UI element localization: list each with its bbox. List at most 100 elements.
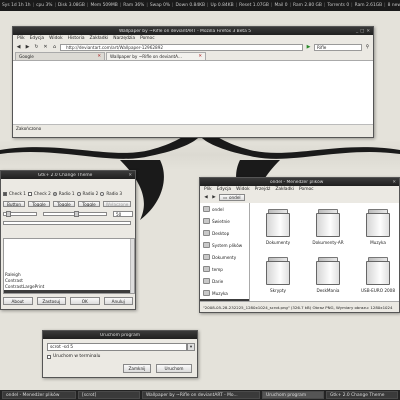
firefox-titlebar[interactable]: Wallpaper by ~Rifle on deviantART - Mozi… — [13, 27, 373, 35]
url-text: http://deviantart.com/art/Wallpaper-1296… — [66, 44, 164, 50]
cancel-button[interactable]: Anuluj — [103, 297, 133, 305]
nautilus-titlebar[interactable]: ondel - Menedżer plików ✕ — [200, 178, 399, 186]
taskbar-item[interactable]: [scrot] — [78, 391, 140, 399]
button[interactable]: Button — [3, 201, 25, 207]
page-content[interactable] — [13, 61, 373, 125]
sidebar-place[interactable]: Darie — [200, 275, 249, 287]
taskbar-item[interactable]: Gtk+ 2.0 Change Theme — [326, 391, 398, 399]
sidebar-place[interactable]: Muzyka — [200, 287, 249, 299]
sidebar-place[interactable]: Świetnie — [200, 215, 249, 227]
tab-close-icon[interactable]: ✕ — [198, 54, 202, 59]
url-bar[interactable]: http://deviantart.com/art/Wallpaper-1296… — [60, 43, 303, 51]
menu-edycja[interactable]: Edycja — [30, 36, 44, 41]
taskbar-item[interactable]: ondel - Menedżer plików — [2, 391, 76, 399]
tab-close-icon[interactable]: ✕ — [97, 54, 101, 59]
theme-list-scrollbar[interactable] — [130, 239, 134, 293]
desktop: Sys 1d 1h 1h | cpu 3% | Disk 3.08GB | Mem 509M… — [0, 0, 400, 400]
check-2-box[interactable] — [27, 191, 32, 196]
back-icon[interactable]: ◀ — [15, 44, 22, 51]
theme-list-item[interactable] — [4, 290, 134, 293]
folder-item[interactable]: Dokumenty — [256, 209, 300, 255]
sidebar-place[interactable]: System plików — [200, 239, 249, 251]
taskbar: ondel - Menedżer plików [scrot] Wallpaper … — [0, 390, 400, 400]
menu-widok[interactable]: Widok — [49, 36, 62, 41]
ok-button[interactable]: OK — [70, 297, 100, 305]
menu-widok[interactable]: Widok — [236, 187, 249, 192]
menu-plik[interactable]: Plik — [17, 36, 25, 41]
menu-zakladki[interactable]: Zakładki — [90, 36, 109, 41]
run-button[interactable]: Uruchom — [156, 364, 192, 373]
run-dialog: Uruchom program scrot -sd 5 ▾ Uruchom w … — [42, 330, 198, 378]
tab-google[interactable]: Google ✕ — [15, 52, 105, 60]
stop-icon[interactable]: ✕ — [42, 44, 49, 51]
toggle-1[interactable]: Toggle — [28, 201, 50, 207]
menu-narzedzia[interactable]: Narzędzia — [113, 36, 135, 41]
taskbar-item[interactable]: Wallpaper by ~Rifle on deviantART - Mo..… — [142, 391, 260, 399]
radio-2[interactable] — [76, 191, 81, 196]
reload-icon[interactable]: ↻ — [33, 44, 40, 51]
menu-historia[interactable]: Historia — [68, 36, 85, 41]
folder-item[interactable]: DeskMania — [306, 257, 350, 303]
slider-knob[interactable] — [6, 211, 11, 217]
close-icon[interactable]: ✕ — [128, 173, 132, 178]
back-icon[interactable]: ◀ — [203, 195, 209, 201]
maximize-icon[interactable]: □ — [360, 29, 364, 34]
folder-item[interactable]: Dokumenty-AR — [306, 209, 350, 255]
about-button[interactable]: About — [3, 297, 33, 305]
slider-left[interactable] — [3, 211, 37, 217]
menu-pomoc[interactable]: Pomoc — [299, 187, 314, 192]
close-icon[interactable]: ✕ — [366, 29, 370, 34]
toggle-2[interactable]: Toggle — [53, 201, 75, 207]
run-titlebar[interactable]: Uruchom program — [43, 331, 197, 339]
forward-icon[interactable]: ▶ — [24, 44, 31, 51]
folder-item[interactable]: Skrypty — [256, 257, 300, 303]
folder-label: Skrypty — [269, 288, 287, 293]
progress-row — [1, 221, 135, 225]
close-button[interactable]: Zamknij — [123, 364, 151, 373]
search-icon[interactable]: ⚲ — [364, 44, 371, 51]
toggle-3[interactable]: Toggle — [78, 201, 100, 207]
sidebar-place[interactable]: Dokumenty — [200, 251, 249, 263]
folder-item[interactable]: USB-EURO 2008 — [356, 257, 399, 303]
sidebar-place[interactable]: temp — [200, 263, 249, 275]
radio-1[interactable] — [52, 191, 57, 196]
check-2-label: Check 2 — [33, 191, 51, 196]
terminal-checkbox[interactable] — [47, 354, 51, 359]
chevron-down-icon[interactable]: ▾ — [187, 343, 195, 351]
radio-3[interactable] — [100, 191, 105, 196]
search-input[interactable]: Rifle — [314, 43, 362, 51]
check-1-box[interactable] — [3, 191, 7, 196]
forward-icon[interactable]: ▶ — [211, 195, 217, 201]
minimize-icon[interactable]: _ — [356, 29, 358, 34]
folder-item[interactable]: Muzyka — [356, 209, 399, 255]
folder-icon — [203, 266, 210, 272]
folder-label: USB-EURO 2008 — [360, 288, 395, 293]
file-manager-window: ondel - Menedżer plików ✕ Plik Edycja Wi… — [199, 177, 400, 313]
tab-wallpaper[interactable]: Wallpaper by ~Rifle on deviantA... ✕ — [106, 52, 206, 60]
menu-edycja[interactable]: Edycja — [217, 187, 231, 192]
menu-zakladki[interactable]: Zakładki — [275, 187, 294, 192]
gtk-titlebar[interactable]: Gtk+ 2.0 Change Theme ✕ — [1, 171, 135, 179]
command-value: scrot -sd 5 — [50, 344, 74, 350]
home-icon[interactable]: ⌂ — [51, 44, 58, 51]
slider-knob[interactable] — [73, 211, 79, 217]
radio-3-label: Radio 3 — [106, 191, 123, 196]
menu-plik[interactable]: Plik — [204, 187, 212, 192]
nautilus-menubar: Plik Edycja Widok Przejdź Zakładki Pomoc — [200, 186, 399, 193]
command-input[interactable]: scrot -sd 5 — [47, 343, 187, 351]
go-icon[interactable]: ▶ — [305, 44, 312, 51]
places-sidebar: ondel Świetnie Desktop System plików Dokumen… — [200, 203, 250, 311]
menu-pomoc[interactable]: Pomoc — [140, 36, 155, 41]
sidebar-place[interactable]: ondel — [200, 203, 249, 215]
gtk-title: Gtk+ 2.0 Change Theme — [37, 172, 93, 178]
slider-main[interactable] — [43, 211, 107, 217]
slider-row: 50 — [1, 211, 135, 217]
spin-box[interactable]: 50 — [113, 211, 133, 217]
close-icon[interactable]: ✕ — [392, 180, 396, 185]
sidebar-place[interactable]: Desktop — [200, 227, 249, 239]
theme-list[interactable]: RaleighContrastContrastLargePrintClearlo… — [3, 238, 135, 294]
taskbar-item[interactable]: Uruchom program — [262, 391, 324, 399]
apply-button[interactable]: Zastosuj — [36, 297, 66, 305]
breadcrumb[interactable]: ▭ ondel — [219, 194, 245, 201]
menu-przejdz[interactable]: Przejdź — [255, 187, 271, 192]
